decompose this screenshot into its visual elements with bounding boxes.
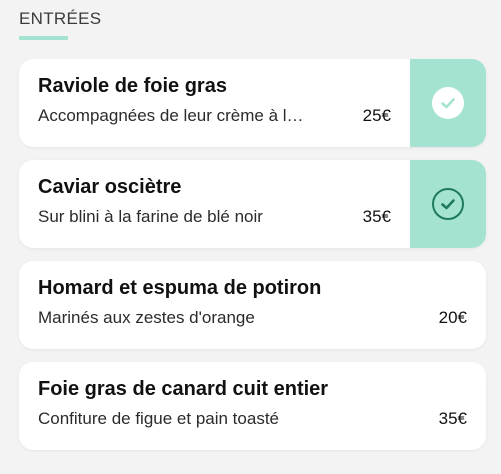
section-underline xyxy=(19,36,68,40)
menu-item-description: Marinés aux zestes d'orange xyxy=(38,308,255,327)
menu-item-description: Confiture de figue et pain toasté xyxy=(38,409,279,428)
check-icon xyxy=(432,87,464,119)
menu-item-description: Accompagnées de leur crème à l… xyxy=(38,106,304,125)
menu-item-name: Raviole de foie gras xyxy=(38,75,227,97)
selected-indicator[interactable] xyxy=(410,160,486,248)
menu-item-card[interactable]: Raviole de foie gras Accompagnées de leu… xyxy=(19,59,486,147)
menu-item-description: Sur blini à la farine de blé noir xyxy=(38,207,263,226)
menu-item-price: 20€ xyxy=(438,308,467,327)
menu-item-card[interactable]: Homard et espuma de potiron Marinés aux … xyxy=(19,261,486,349)
selected-indicator[interactable] xyxy=(410,59,486,147)
menu-item-card[interactable]: Foie gras de canard cuit entier Confitur… xyxy=(19,362,486,450)
section-header: ENTRÉES xyxy=(19,8,101,40)
menu-item-price: 25€ xyxy=(362,106,391,125)
menu-item-name: Foie gras de canard cuit entier xyxy=(38,378,329,400)
menu-item-name: Homard et espuma de potiron xyxy=(38,277,322,299)
menu-item-name: Caviar osciètre xyxy=(38,176,182,198)
menu-item-price: 35€ xyxy=(362,207,391,226)
menu-item-card[interactable]: Caviar osciètre Sur blini à la farine de… xyxy=(19,160,486,248)
menu-item-price: 35€ xyxy=(438,409,467,428)
check-icon xyxy=(432,188,464,220)
section-title: ENTRÉES xyxy=(19,9,102,28)
menu-item-list: Raviole de foie gras Accompagnées de leu… xyxy=(19,59,486,463)
